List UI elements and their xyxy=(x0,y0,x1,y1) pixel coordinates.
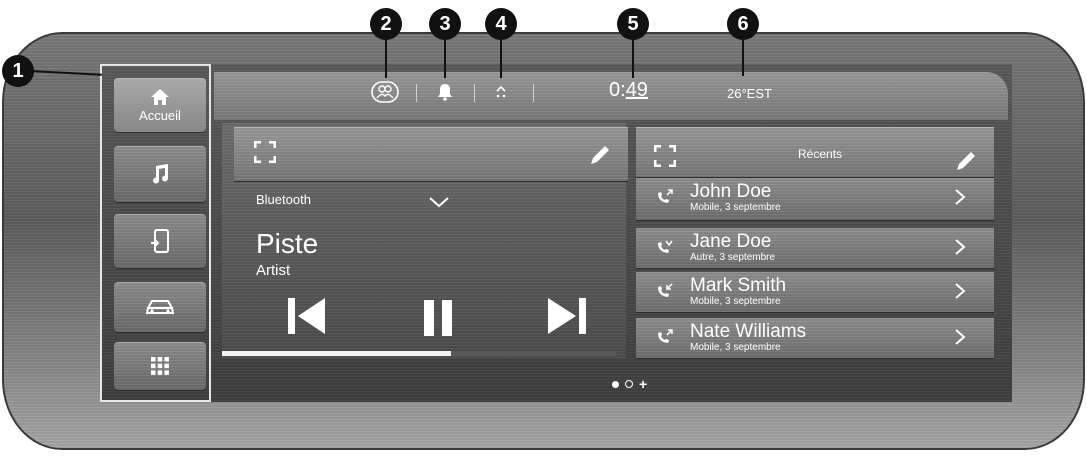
callout-leader xyxy=(500,40,502,78)
callout-3: 3 xyxy=(429,8,461,40)
status-divider xyxy=(533,84,534,102)
pause-icon[interactable] xyxy=(424,300,454,336)
callout-leader xyxy=(632,40,634,78)
home-icon xyxy=(151,88,169,105)
recent-calls-header: Récents xyxy=(636,127,994,177)
sidebar: Accueil xyxy=(100,64,211,402)
call-name: John Doe xyxy=(690,181,772,202)
sidebar-item-music[interactable] xyxy=(114,146,206,202)
tray-expand-icon xyxy=(496,85,506,98)
profile-icon xyxy=(371,81,399,103)
temperature-readout: 26°EST xyxy=(727,86,772,101)
add-page-button[interactable]: + xyxy=(639,376,647,392)
tray-expand-button[interactable] xyxy=(495,85,507,104)
notifications-button[interactable] xyxy=(437,83,453,106)
incoming-call-icon xyxy=(658,283,673,297)
edit-widget-icon[interactable] xyxy=(954,149,978,173)
call-detail: Mobile, 3 septembre xyxy=(690,202,781,213)
sidebar-item-home[interactable]: Accueil xyxy=(114,78,206,132)
chevron-right-icon xyxy=(955,239,966,255)
media-source-label: Bluetooth xyxy=(256,192,311,207)
status-divider xyxy=(474,84,475,102)
callout-5: 5 xyxy=(617,8,649,40)
track-artist: Artist xyxy=(256,262,291,279)
page-indicator: + xyxy=(612,376,647,392)
callout-4: 4 xyxy=(485,8,517,40)
clock-minutes: 49 xyxy=(625,79,648,101)
call-row-john-doe[interactable]: John Doe Mobile, 3 septembre xyxy=(636,178,994,220)
call-detail: Autre, 3 septembre xyxy=(690,252,776,263)
bell-icon xyxy=(438,84,452,101)
playback-progress-fill xyxy=(222,351,451,356)
page-dot[interactable] xyxy=(625,380,633,388)
playback-progress-track[interactable] xyxy=(222,351,616,356)
outgoing-call-icon xyxy=(658,329,673,343)
callout-leader xyxy=(742,40,744,76)
call-row-mark-smith[interactable]: Mark Smith Mobile, 3 septembre xyxy=(636,272,994,312)
callout-leader xyxy=(385,40,387,78)
phone-icon xyxy=(151,229,169,253)
previous-track-icon[interactable] xyxy=(288,296,326,336)
chevron-right-icon xyxy=(955,329,966,345)
clock-hours: 0: xyxy=(609,79,626,101)
car-icon xyxy=(145,300,175,314)
callout-6: 6 xyxy=(727,8,759,40)
callout-2: 2 xyxy=(370,8,402,40)
recent-calls-title: Récents xyxy=(798,147,843,161)
outgoing-call-icon xyxy=(658,189,673,203)
track-title: Piste xyxy=(256,228,319,259)
next-track-icon[interactable] xyxy=(548,296,588,336)
expand-widget-icon[interactable] xyxy=(254,141,276,163)
expand-widget-icon[interactable] xyxy=(654,145,676,167)
app-grid-icon xyxy=(151,357,169,375)
call-detail: Mobile, 3 septembre xyxy=(690,342,781,353)
edit-widget-icon[interactable] xyxy=(588,143,612,167)
call-row-jane-doe[interactable]: Jane Doe Autre, 3 septembre xyxy=(636,228,994,268)
call-name: Nate Williams xyxy=(690,321,807,342)
missed-call-icon xyxy=(658,240,673,253)
profile-button[interactable] xyxy=(371,81,399,108)
callout-leader xyxy=(444,40,446,78)
music-note-icon xyxy=(153,164,169,184)
sidebar-item-apps[interactable] xyxy=(114,342,206,390)
media-widget-header xyxy=(234,127,628,181)
call-detail: Mobile, 3 septembre xyxy=(690,296,781,307)
status-divider xyxy=(416,84,417,102)
sidebar-item-label: Accueil xyxy=(139,107,181,123)
sidebar-item-phone[interactable] xyxy=(114,214,206,268)
call-name: Mark Smith xyxy=(690,275,787,296)
clock: 0:49 xyxy=(609,79,648,102)
call-name: Jane Doe xyxy=(690,231,772,252)
chevron-right-icon xyxy=(955,189,966,205)
chevron-right-icon xyxy=(955,283,966,299)
sidebar-item-vehicle[interactable] xyxy=(114,282,206,332)
call-row-nate-williams[interactable]: Nate Williams Mobile, 3 septembre xyxy=(636,318,994,358)
page-dot-active[interactable] xyxy=(612,380,619,388)
source-dropdown-chevron-icon[interactable] xyxy=(428,196,450,208)
